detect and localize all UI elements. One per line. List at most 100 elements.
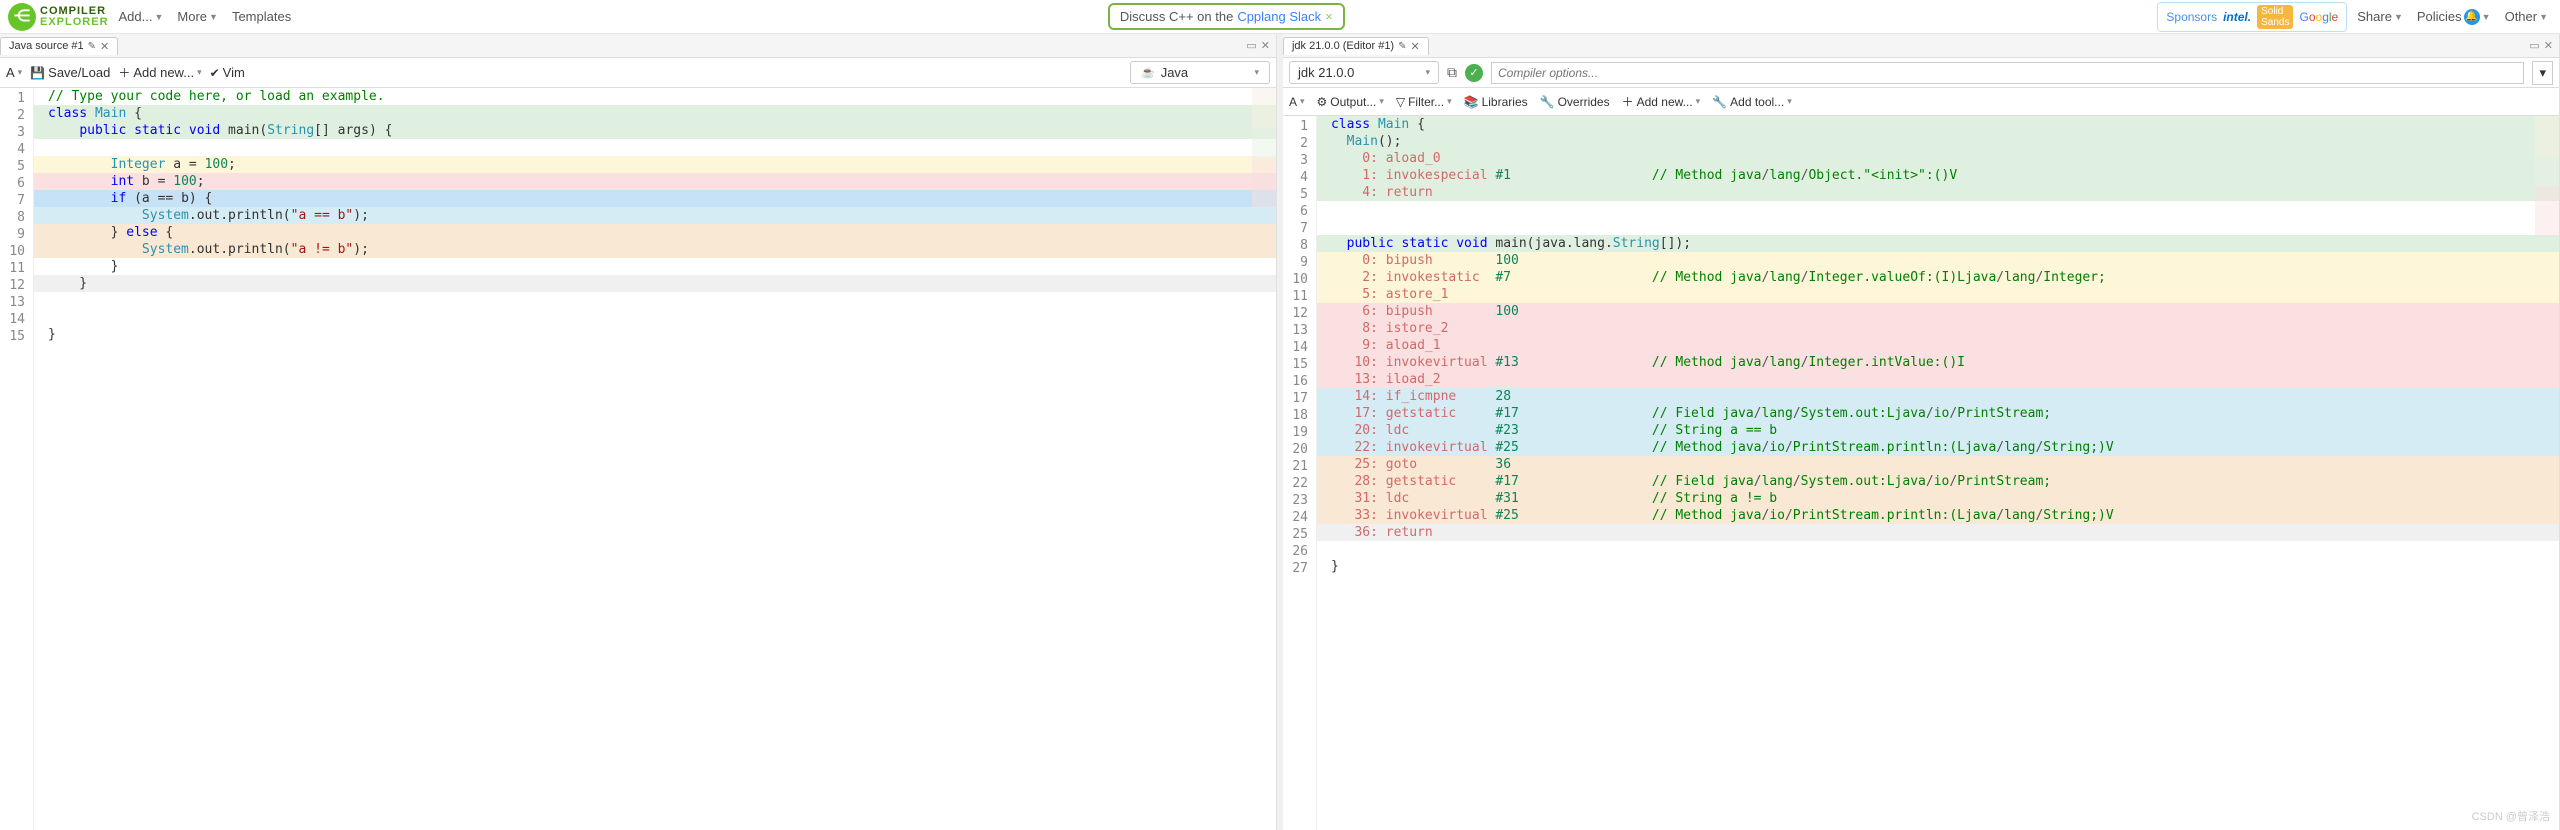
menu-add[interactable]: Add...▼	[115, 7, 168, 26]
output-button[interactable]: ⚙Output...▾	[1317, 95, 1384, 109]
vim-button[interactable]: ✔Vim	[210, 65, 245, 80]
code-line[interactable]: 5: astore_1	[1317, 286, 2559, 303]
code-line[interactable]: 1: invokespecial #1 // Method java/lang/…	[1317, 167, 2559, 184]
edit-icon[interactable]: ✎	[88, 41, 96, 52]
minimap[interactable]	[2535, 116, 2559, 830]
code-line[interactable]: 9: aload_1	[1317, 337, 2559, 354]
code-line[interactable]: 25: goto 36	[1317, 456, 2559, 473]
code-line[interactable]: 0: aload_0	[1317, 150, 2559, 167]
code-line[interactable]: 28: getstatic #17 // Field java/lang/Sys…	[1317, 473, 2559, 490]
add-tool-button[interactable]: 🔧Add tool...▾	[1712, 95, 1792, 109]
close-icon[interactable]: ×	[1325, 9, 1333, 24]
menu-more[interactable]: More▼	[173, 7, 222, 26]
maximize-icon[interactable]: ▭	[1246, 39, 1256, 52]
code-line[interactable]: 22: invokevirtual #25 // Method java/io/…	[1317, 439, 2559, 456]
code-line[interactable]: public static void main(java.lang.String…	[1317, 235, 2559, 252]
compiler-tab-strip: jdk 21.0.0 (Editor #1) ✎ ✕ ▭ ✕	[1283, 34, 2559, 58]
compiler-panel: jdk 21.0.0 (Editor #1) ✎ ✕ ▭ ✕ jdk 21.0.…	[1283, 34, 2560, 830]
slack-link[interactable]: Cpplang Slack	[1237, 9, 1321, 24]
language-select[interactable]: ☕ Java ▾	[1130, 61, 1270, 84]
vim-icon: ✔	[210, 66, 220, 80]
menu-other[interactable]: Other▼	[2501, 7, 2552, 26]
compiler-options-input[interactable]	[1491, 62, 2524, 84]
code-line[interactable]: 20: ldc #23 // String a == b	[1317, 422, 2559, 439]
close-icon[interactable]: ✕	[2544, 39, 2553, 52]
sponsor-google: Google	[2299, 10, 2338, 24]
code-line[interactable]: if (a == b) {	[34, 190, 1276, 207]
code-line[interactable]: public static void main(String[] args) {	[34, 122, 1276, 139]
tab-label: jdk 21.0.0 (Editor #1)	[1292, 40, 1394, 52]
code-line[interactable]: 10: invokevirtual #13 // Method java/lan…	[1317, 354, 2559, 371]
code-line[interactable]: 2: invokestatic #7 // Method java/lang/I…	[1317, 269, 2559, 286]
compiler-tab[interactable]: jdk 21.0.0 (Editor #1) ✎ ✕	[1283, 37, 1429, 55]
add-new-button[interactable]: ＋Add new...▾	[1622, 93, 1701, 110]
line-gutter: 1234567891011121314151617181920212223242…	[1283, 116, 1317, 830]
code-line[interactable]: } else {	[34, 224, 1276, 241]
maximize-icon[interactable]: ▭	[2529, 39, 2539, 52]
code-line[interactable]: // Type your code here, or load an examp…	[34, 88, 1276, 105]
code-line[interactable]: Main();	[1317, 133, 2559, 150]
code-line[interactable]: 6: bipush 100	[1317, 303, 2559, 320]
close-icon[interactable]: ✕	[100, 40, 109, 53]
code-line[interactable]: 33: invokevirtual #25 // Method java/io/…	[1317, 507, 2559, 524]
code-line[interactable]: 8: istore_2	[1317, 320, 2559, 337]
chevron-down-icon: ▼	[2394, 12, 2403, 22]
popout-icon[interactable]: ⧉	[1447, 64, 1457, 81]
code-line[interactable]: }	[1317, 558, 2559, 575]
sponsors-box[interactable]: Sponsors intel. SolidSands Google	[2157, 2, 2347, 32]
code-line[interactable]: System.out.println("a == b");	[34, 207, 1276, 224]
code-line[interactable]	[34, 139, 1276, 156]
code-line[interactable]	[1317, 218, 2559, 235]
add-new-button[interactable]: ＋Add new...▾	[118, 64, 201, 81]
code-line[interactable]	[1317, 201, 2559, 218]
filter-button[interactable]: ▽Filter...▾	[1396, 95, 1452, 109]
code-line[interactable]: 36: return	[1317, 524, 2559, 541]
code-line[interactable]: 4: return	[1317, 184, 2559, 201]
code-line[interactable]	[34, 309, 1276, 326]
code-line[interactable]: 17: getstatic #17 // Field java/lang/Sys…	[1317, 405, 2559, 422]
code-line[interactable]: }	[34, 258, 1276, 275]
logo-text-bot: EXPLORER	[40, 17, 109, 28]
plus-icon: ＋	[118, 64, 130, 81]
code-area[interactable]: // Type your code here, or load an examp…	[34, 88, 1276, 830]
source-tab[interactable]: Java source #1 ✎ ✕	[0, 37, 118, 55]
code-area[interactable]: class Main { Main(); 0: aload_0 1: invok…	[1317, 116, 2559, 830]
code-line[interactable]: Integer a = 100;	[34, 156, 1276, 173]
code-line[interactable]: class Main {	[1317, 116, 2559, 133]
source-editor[interactable]: 123456789101112131415 // Type your code …	[0, 88, 1276, 830]
code-line[interactable]: }	[34, 275, 1276, 292]
funnel-icon: ▽	[1396, 95, 1405, 109]
code-line[interactable]	[34, 292, 1276, 309]
edit-icon[interactable]: ✎	[1398, 41, 1406, 52]
menu-templates[interactable]: Templates	[228, 7, 295, 26]
minimap[interactable]	[1252, 88, 1276, 830]
compiler-select[interactable]: jdk 21.0.0 ▾	[1289, 61, 1439, 84]
code-line[interactable]: }	[34, 326, 1276, 343]
slack-text: Discuss C++ on the	[1120, 9, 1233, 24]
close-icon[interactable]: ✕	[1261, 39, 1270, 52]
overrides-button[interactable]: 🔧Overrides	[1540, 95, 1610, 109]
asm-editor[interactable]: 1234567891011121314151617181920212223242…	[1283, 116, 2559, 830]
code-line[interactable]: 14: if_icmpne 28	[1317, 388, 2559, 405]
save-load-button[interactable]: 💾Save/Load	[30, 65, 110, 80]
code-line[interactable]: 13: iload_2	[1317, 371, 2559, 388]
code-line[interactable]: 31: ldc #31 // String a != b	[1317, 490, 2559, 507]
menu-policies[interactable]: Policies🔔▼	[2413, 7, 2495, 27]
libraries-button[interactable]: 📚Libraries	[1464, 95, 1528, 109]
menu-share[interactable]: Share▼	[2353, 7, 2407, 26]
main-split: Java source #1 ✎ ✕ ▭ ✕ A▾ 💾Save/Load ＋Ad…	[0, 34, 2560, 830]
font-button[interactable]: A▾	[1289, 95, 1305, 109]
code-line[interactable]	[1317, 541, 2559, 558]
code-line[interactable]: System.out.println("a != b");	[34, 241, 1276, 258]
font-button[interactable]: A▾	[6, 65, 22, 80]
slack-banner: Discuss C++ on the Cpplang Slack ×	[1108, 3, 1345, 30]
code-line[interactable]: int b = 100;	[34, 173, 1276, 190]
code-line[interactable]: class Main {	[34, 105, 1276, 122]
source-toolbar: A▾ 💾Save/Load ＋Add new...▾ ✔Vim ☕ Java ▾	[0, 58, 1276, 88]
logo[interactable]: ⋲ COMPILER EXPLORER	[8, 3, 109, 31]
close-icon[interactable]: ✕	[1411, 40, 1420, 53]
compiler-value: jdk 21.0.0	[1298, 65, 1354, 80]
options-dropdown[interactable]: ▾	[2532, 61, 2553, 85]
code-line[interactable]: 0: bipush 100	[1317, 252, 2559, 269]
watermark: CSDN @曾泽浩	[2472, 808, 2550, 824]
